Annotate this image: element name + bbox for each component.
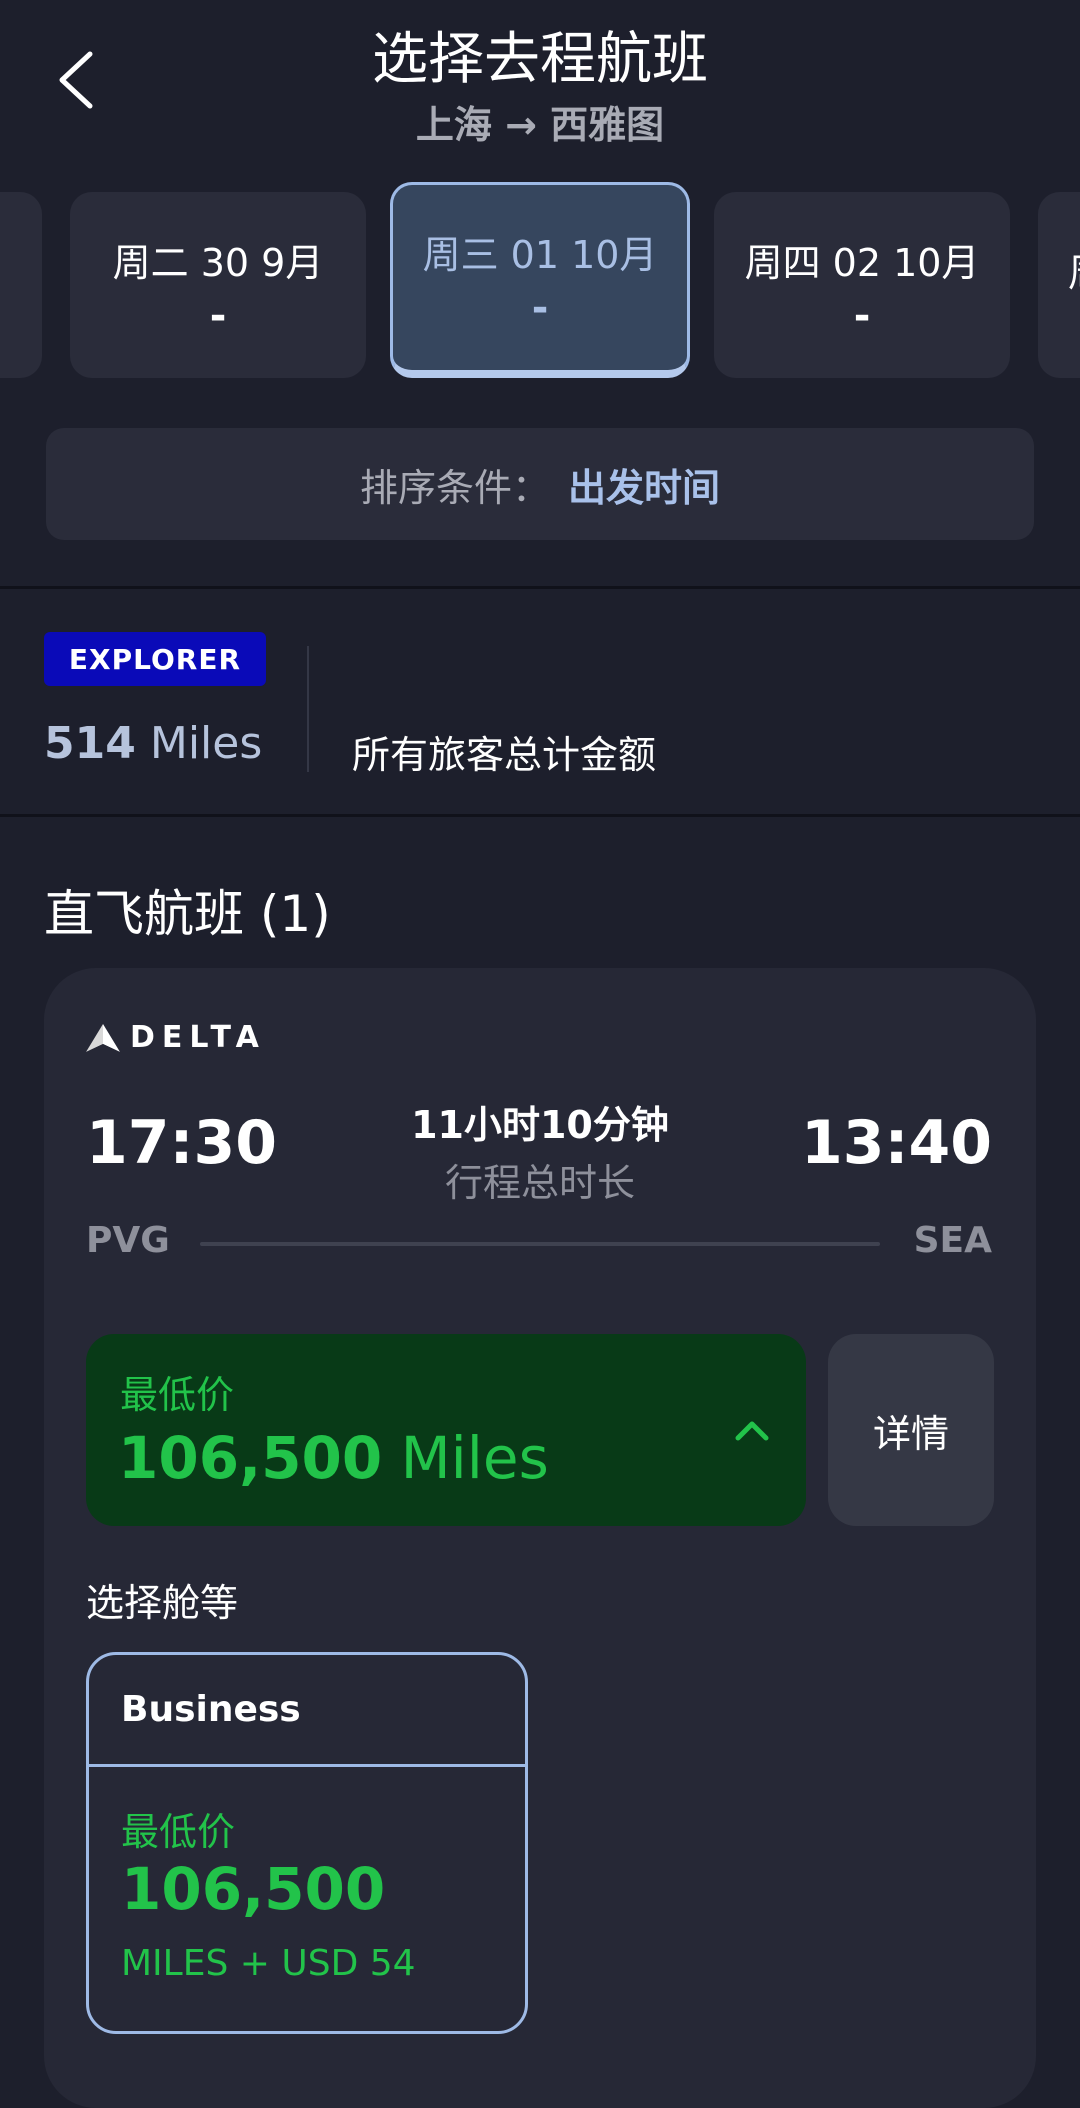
section-divider — [0, 586, 1080, 589]
date-tab-label: 周二 30 9月 — [112, 240, 324, 285]
date-tab-label: 周 — [1068, 242, 1080, 297]
tier-badge: EXPLORER — [44, 632, 266, 686]
cabin-price: 最低价 106,500 MILES + USD 54 — [89, 1767, 525, 2031]
lowest-price-unit: Miles — [400, 1424, 549, 1492]
lowest-price-toggle[interactable]: 最低价 106,500 Miles — [86, 1334, 806, 1526]
date-tab-tue-30-sep[interactable]: 周二 30 9月 - — [70, 192, 366, 378]
cabin-extra-cost: MILES + USD 54 — [121, 1943, 416, 1984]
total-amount-label: 所有旅客总计金额 — [352, 733, 657, 777]
arrival-time: 13:40 — [801, 1108, 992, 1178]
sort-button[interactable]: 排序条件： 出发时间 — [46, 428, 1034, 540]
nonstop-section-title: 直飞航班 (1) — [44, 885, 331, 943]
sort-label: 排序条件： — [359, 465, 550, 510]
date-tab-price: - — [209, 292, 227, 339]
miles-balance-unit: Miles — [149, 718, 263, 769]
date-tab-label: 周三 01 10月 — [422, 233, 658, 277]
airline: DELTA — [86, 1020, 266, 1055]
details-button[interactable]: 详情 — [828, 1334, 994, 1526]
date-tab-wed-01-oct[interactable]: 周三 01 10月 - — [390, 182, 690, 378]
header: 选择去程航班 上海 → 西雅图 — [0, 0, 1080, 180]
date-tab-next[interactable]: 周 — [1038, 192, 1080, 378]
lowest-price-number: 106,500 — [118, 1424, 383, 1492]
cabin-miles: 106,500 — [121, 1855, 386, 1923]
cabin-section-title: 选择舱等 — [86, 1581, 239, 1625]
route-line — [200, 1242, 880, 1246]
date-tab-thu-02-oct[interactable]: 周四 02 10月 - — [714, 192, 1010, 378]
cabin-option-business[interactable]: Business 最低价 106,500 MILES + USD 54 — [86, 1652, 528, 2034]
date-selector: 周二 30 9月 - 周三 01 10月 - 周四 02 10月 - 周 — [0, 180, 1080, 385]
date-tab-label: 周四 02 10月 — [744, 240, 980, 285]
vertical-divider — [307, 646, 309, 772]
origin-airport: PVG — [86, 1220, 170, 1261]
section-divider — [0, 814, 1080, 817]
route-subtitle: 上海 → 西雅图 — [415, 103, 665, 147]
delta-widget-icon — [86, 1023, 120, 1052]
sort-value: 出发时间 — [568, 465, 721, 510]
date-tab-price: - — [853, 292, 871, 339]
cabin-lowest-label: 最低价 — [121, 1810, 236, 1854]
date-tab-prev[interactable] — [0, 192, 42, 378]
flight-card[interactable]: DELTA 17:30 11小时10分钟 行程总时长 13:40 PVG SEA… — [44, 968, 1036, 2108]
date-tab-price: - — [531, 285, 549, 331]
miles-balance-number: 514 — [44, 718, 136, 769]
lowest-price-value: 106,500 Miles — [118, 1424, 549, 1492]
airline-name: DELTA — [130, 1020, 266, 1055]
destination-airport: SEA — [913, 1220, 992, 1261]
chevron-up-icon — [735, 1421, 769, 1441]
page-title: 选择去程航班 — [372, 27, 708, 92]
miles-balance: 514 Miles — [44, 718, 262, 769]
lowest-price-label: 最低价 — [120, 1373, 235, 1417]
cabin-name: Business — [89, 1655, 525, 1767]
